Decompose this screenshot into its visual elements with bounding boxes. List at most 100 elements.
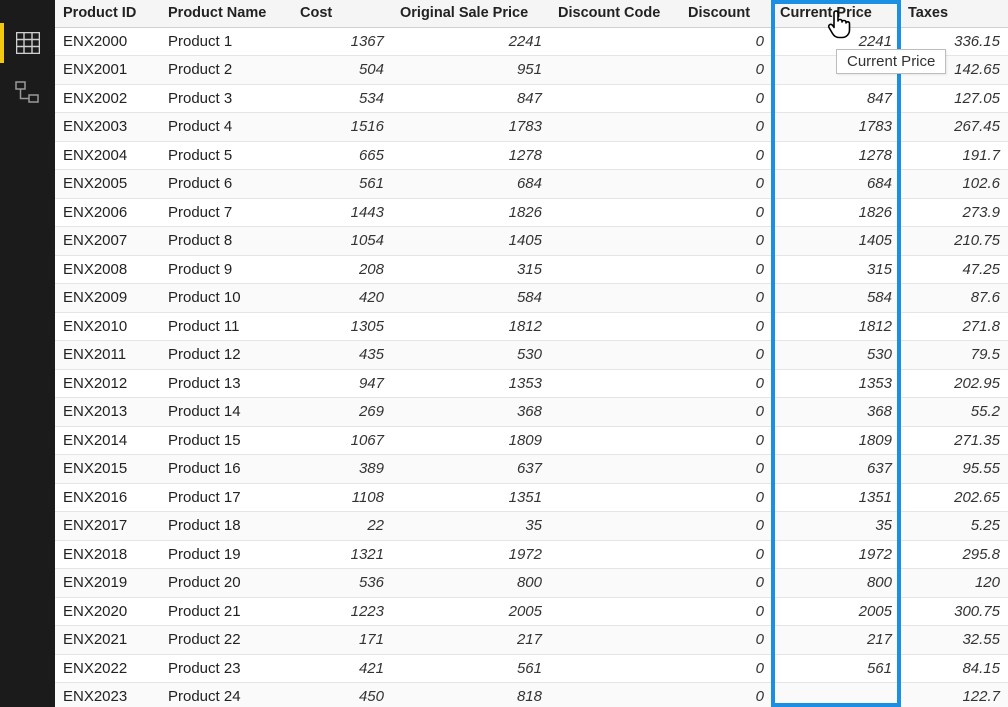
table-row[interactable]: ENX2013Product 14269368036855.2 xyxy=(55,398,1008,427)
table-cell[interactable]: 421 xyxy=(292,654,392,683)
table-cell[interactable]: 561 xyxy=(392,654,550,683)
table-cell[interactable]: 1516 xyxy=(292,113,392,142)
table-cell[interactable]: Product 11 xyxy=(160,312,292,341)
table-cell[interactable]: 269 xyxy=(292,398,392,427)
table-cell[interactable]: ENX2014 xyxy=(55,426,160,455)
table-cell[interactable]: 0 xyxy=(680,227,772,256)
table-cell[interactable]: Product 2 xyxy=(160,56,292,85)
table-cell[interactable]: Product 23 xyxy=(160,654,292,683)
table-row[interactable]: ENX2015Product 16389637063795.55 xyxy=(55,455,1008,484)
table-cell[interactable]: 217 xyxy=(392,626,550,655)
table-cell[interactable]: 1812 xyxy=(392,312,550,341)
table-cell[interactable]: ENX2004 xyxy=(55,141,160,170)
table-cell[interactable]: 0 xyxy=(680,683,772,707)
table-cell[interactable]: 818 xyxy=(392,683,550,707)
table-cell[interactable]: Product 8 xyxy=(160,227,292,256)
column-header[interactable]: Current Price xyxy=(772,0,900,27)
table-row[interactable]: ENX2021Product 22171217021732.55 xyxy=(55,626,1008,655)
table-cell[interactable]: 2005 xyxy=(772,597,900,626)
table-cell[interactable]: 951 xyxy=(392,56,550,85)
table-cell[interactable]: 530 xyxy=(772,341,900,370)
table-cell[interactable]: ENX2005 xyxy=(55,170,160,199)
table-row[interactable]: ENX2006Product 71443182601826273.9 xyxy=(55,198,1008,227)
table-cell[interactable]: 0 xyxy=(680,113,772,142)
table-cell[interactable]: 47.25 xyxy=(900,255,1008,284)
table-cell[interactable] xyxy=(550,483,680,512)
table-cell[interactable]: ENX2006 xyxy=(55,198,160,227)
table-cell[interactable]: 0 xyxy=(680,597,772,626)
table-row[interactable]: ENX2002Product 35348470847127.05 xyxy=(55,84,1008,113)
table-row[interactable]: ENX2012Product 13947135301353202.95 xyxy=(55,369,1008,398)
table-cell[interactable]: 0 xyxy=(680,654,772,683)
table-cell[interactable]: ENX2010 xyxy=(55,312,160,341)
table-cell[interactable] xyxy=(550,27,680,56)
table-cell[interactable]: 1443 xyxy=(292,198,392,227)
table-cell[interactable] xyxy=(550,56,680,85)
table-cell[interactable] xyxy=(550,141,680,170)
table-cell[interactable]: 79.5 xyxy=(900,341,1008,370)
table-cell[interactable]: Product 9 xyxy=(160,255,292,284)
table-cell[interactable]: Product 14 xyxy=(160,398,292,427)
table-cell[interactable]: 1826 xyxy=(772,198,900,227)
table-cell[interactable]: ENX2013 xyxy=(55,398,160,427)
table-cell[interactable]: ENX2003 xyxy=(55,113,160,142)
table-cell[interactable]: 1353 xyxy=(392,369,550,398)
table-cell[interactable]: 1108 xyxy=(292,483,392,512)
table-cell[interactable]: ENX2012 xyxy=(55,369,160,398)
table-cell[interactable]: Product 6 xyxy=(160,170,292,199)
table-cell[interactable]: 1353 xyxy=(772,369,900,398)
table-cell[interactable] xyxy=(550,654,680,683)
table-cell[interactable]: ENX2023 xyxy=(55,683,160,707)
table-cell[interactable]: ENX2001 xyxy=(55,56,160,85)
table-cell[interactable]: 1826 xyxy=(392,198,550,227)
table-cell[interactable]: 35 xyxy=(772,512,900,541)
data-table[interactable]: Product IDProduct NameCostOriginal Sale … xyxy=(55,0,1008,707)
table-cell[interactable]: 1067 xyxy=(292,426,392,455)
table-cell[interactable]: 1812 xyxy=(772,312,900,341)
table-cell[interactable] xyxy=(550,84,680,113)
table-cell[interactable]: 0 xyxy=(680,398,772,427)
table-cell[interactable]: 315 xyxy=(392,255,550,284)
table-cell[interactable]: ENX2021 xyxy=(55,626,160,655)
table-cell[interactable]: 800 xyxy=(392,569,550,598)
table-cell[interactable]: 35 xyxy=(392,512,550,541)
table-cell[interactable]: Product 17 xyxy=(160,483,292,512)
table-cell[interactable] xyxy=(550,569,680,598)
table-row[interactable]: ENX2017Product 1822350355.25 xyxy=(55,512,1008,541)
column-header[interactable]: Original Sale Price xyxy=(392,0,550,27)
table-cell[interactable]: 561 xyxy=(772,654,900,683)
column-header[interactable]: Product ID xyxy=(55,0,160,27)
table-cell[interactable]: 561 xyxy=(292,170,392,199)
table-cell[interactable]: ENX2016 xyxy=(55,483,160,512)
table-cell[interactable]: 0 xyxy=(680,626,772,655)
table-cell[interactable]: 0 xyxy=(680,569,772,598)
table-cell[interactable]: 0 xyxy=(680,426,772,455)
table-cell[interactable]: 120 xyxy=(900,569,1008,598)
table-cell[interactable] xyxy=(550,455,680,484)
table-cell[interactable]: 191.7 xyxy=(900,141,1008,170)
table-cell[interactable] xyxy=(772,683,900,707)
table-cell[interactable]: 534 xyxy=(292,84,392,113)
table-cell[interactable]: 127.05 xyxy=(900,84,1008,113)
table-cell[interactable] xyxy=(550,398,680,427)
table-cell[interactable] xyxy=(550,255,680,284)
table-cell[interactable]: ENX2018 xyxy=(55,540,160,569)
table-cell[interactable]: 0 xyxy=(680,27,772,56)
table-cell[interactable]: 32.55 xyxy=(900,626,1008,655)
table-row[interactable]: ENX2011Product 12435530053079.5 xyxy=(55,341,1008,370)
table-cell[interactable]: Product 19 xyxy=(160,540,292,569)
table-cell[interactable]: ENX2020 xyxy=(55,597,160,626)
table-cell[interactable]: 0 xyxy=(680,483,772,512)
column-header[interactable]: Discount xyxy=(680,0,772,27)
column-header[interactable]: Discount Code xyxy=(550,0,680,27)
table-cell[interactable]: 202.95 xyxy=(900,369,1008,398)
table-cell[interactable]: 1054 xyxy=(292,227,392,256)
table-cell[interactable]: 800 xyxy=(772,569,900,598)
table-cell[interactable]: 847 xyxy=(772,84,900,113)
table-cell[interactable] xyxy=(550,312,680,341)
table-cell[interactable]: 171 xyxy=(292,626,392,655)
table-cell[interactable] xyxy=(550,113,680,142)
table-cell[interactable]: 22 xyxy=(292,512,392,541)
table-cell[interactable]: Product 22 xyxy=(160,626,292,655)
sidebar-model-view[interactable] xyxy=(0,68,55,118)
